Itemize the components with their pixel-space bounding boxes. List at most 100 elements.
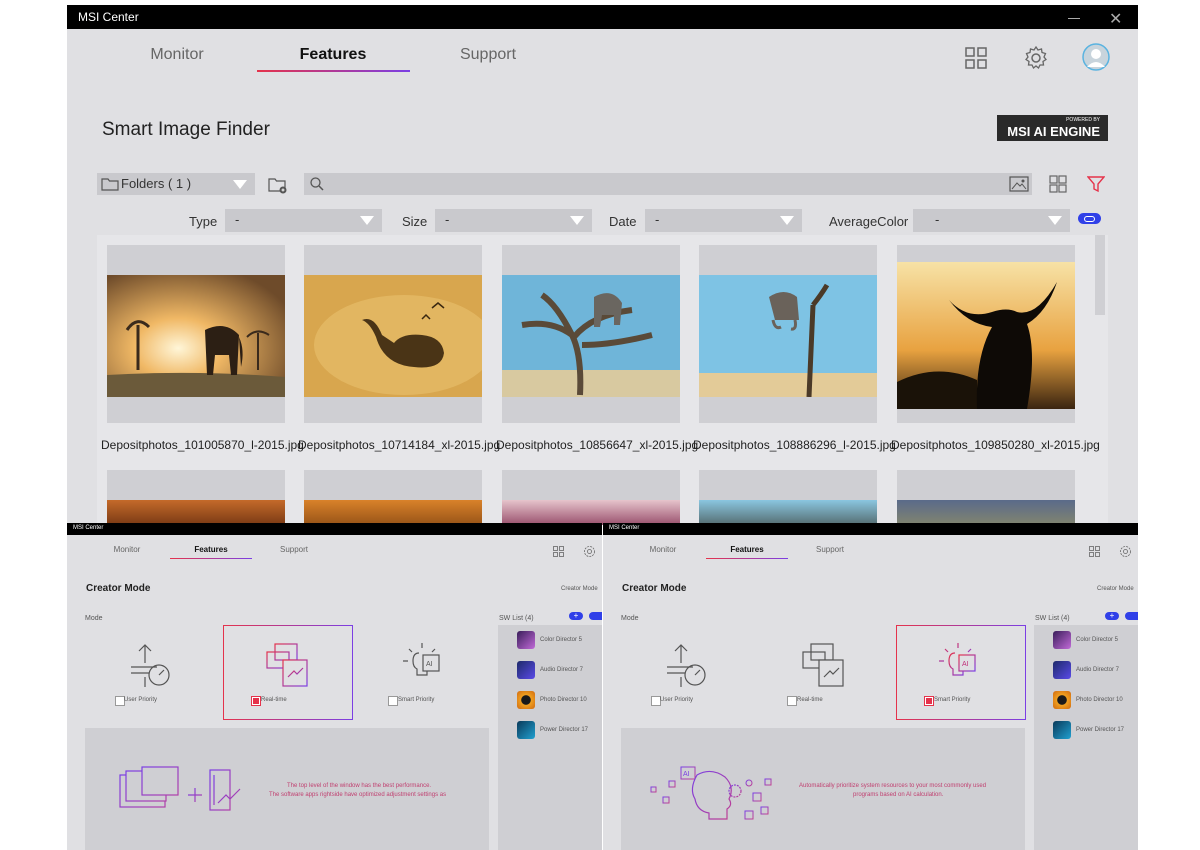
image-card[interactable] <box>304 245 482 423</box>
folders-dropdown[interactable]: Folders ( 1 ) <box>97 173 255 195</box>
scrollbar[interactable] <box>1095 235 1105 315</box>
image-card[interactable] <box>699 245 877 423</box>
sw-list-item[interactable]: Power Director 17 <box>540 727 588 733</box>
title-bar: MSI Center <box>603 523 1138 535</box>
average-color-dropdown[interactable]: - <box>913 209 1070 232</box>
add-folder-icon[interactable] <box>268 176 288 194</box>
description-line-2: programs based on AI calculation. <box>853 792 944 798</box>
sw-list-item[interactable]: Color Director 5 <box>540 637 582 643</box>
page-title: Creator Mode <box>86 583 151 594</box>
image-card[interactable] <box>897 245 1075 423</box>
image-card[interactable] <box>107 245 285 423</box>
creator-mode-corner-label: Creator Mode <box>561 586 598 592</box>
user-priority-icon <box>667 644 706 687</box>
audio-director-icon <box>517 661 535 679</box>
date-label: Date <box>609 214 637 229</box>
mode-label: Mode <box>621 615 639 622</box>
apps-grid-icon[interactable] <box>553 546 564 557</box>
description-line-1: The top level of the window has the best… <box>287 783 432 789</box>
chevron-down-icon <box>233 180 247 189</box>
tab-monitor[interactable]: Monitor <box>633 545 693 554</box>
photo-director-icon <box>1053 691 1071 709</box>
image-card[interactable] <box>897 470 1075 525</box>
audio-director-icon <box>1053 661 1071 679</box>
real-time-checkbox[interactable] <box>251 696 261 706</box>
tab-support[interactable]: Support <box>438 46 538 64</box>
gear-icon[interactable] <box>1023 45 1049 71</box>
tab-features[interactable]: Features <box>283 46 383 64</box>
gear-icon[interactable] <box>583 545 596 558</box>
chevron-down-icon <box>570 216 584 225</box>
real-time-icon <box>266 643 308 687</box>
image-card[interactable] <box>107 470 285 525</box>
smart-priority-checkbox[interactable] <box>924 696 934 706</box>
page-title: Smart Image Finder <box>102 119 270 140</box>
tab-support[interactable]: Support <box>800 545 860 554</box>
sw-list-item[interactable]: Power Director 17 <box>1076 727 1124 733</box>
color-toggle[interactable] <box>1078 213 1101 224</box>
window-title: MSI Center <box>78 10 139 24</box>
add-button[interactable]: + <box>569 612 583 620</box>
sw-list-item[interactable]: Audio Director 7 <box>1076 667 1119 673</box>
search-input[interactable] <box>304 173 1032 195</box>
chevron-down-icon <box>780 216 794 225</box>
filter-icon[interactable] <box>1087 175 1105 193</box>
tab-features[interactable]: Features <box>181 545 241 554</box>
svg-text:AI: AI <box>962 661 969 668</box>
tab-monitor[interactable]: Monitor <box>97 545 157 554</box>
chevron-down-icon <box>1048 216 1062 225</box>
color-director-icon <box>1053 631 1071 649</box>
tab-monitor[interactable]: Monitor <box>127 46 227 64</box>
grid-view-icon[interactable] <box>1049 175 1067 193</box>
average-color-label: AverageColor <box>829 214 909 229</box>
real-time-checkbox[interactable] <box>787 696 797 706</box>
smart-priority-checkbox[interactable] <box>388 696 398 706</box>
description-panel: AI Automatically prioritize system resou… <box>621 728 1025 850</box>
image-thumbnail <box>107 275 285 397</box>
apps-grid-icon[interactable] <box>964 46 988 70</box>
sw-list-label: SW List (4) <box>1035 615 1070 622</box>
smart-priority-label: Smart Priority <box>934 697 971 703</box>
size-dropdown[interactable]: - <box>435 209 592 232</box>
image-thumbnail <box>304 275 482 397</box>
search-button[interactable] <box>1125 612 1138 620</box>
real-time-icon <box>802 643 844 687</box>
date-dropdown[interactable]: - <box>645 209 802 232</box>
minimize-button[interactable] <box>1068 18 1080 19</box>
image-card[interactable] <box>502 470 680 525</box>
sw-list-item[interactable]: Color Director 5 <box>1076 637 1118 643</box>
image-search-icon[interactable] <box>1009 176 1029 192</box>
real-time-label: Real-time <box>261 697 287 703</box>
folders-label: Folders ( 1 ) <box>121 176 192 191</box>
user-priority-icon <box>131 644 170 687</box>
sw-list-item[interactable]: Photo Director 10 <box>1076 697 1123 703</box>
type-dropdown[interactable]: - <box>225 209 382 232</box>
image-card[interactable] <box>502 245 680 423</box>
mode-label: Mode <box>85 615 103 622</box>
avatar[interactable] <box>1082 43 1110 71</box>
smart-priority-icon: AI <box>939 643 976 676</box>
add-button[interactable]: + <box>1105 612 1119 620</box>
power-director-icon <box>517 721 535 739</box>
image-card[interactable] <box>304 470 482 525</box>
search-button[interactable] <box>589 612 602 620</box>
image-gallery: Depositphotos_101005870_l-2015.jpg Depos… <box>97 235 1108 525</box>
user-priority-label: User Priority <box>124 697 158 703</box>
tab-features[interactable]: Features <box>717 545 777 554</box>
gear-icon[interactable] <box>1119 545 1132 558</box>
image-filename: Depositphotos_101005870_l-2015.jpg <box>101 438 304 452</box>
tab-support[interactable]: Support <box>264 545 324 554</box>
sw-list-item[interactable]: Photo Director 10 <box>540 697 587 703</box>
ai-brain-illustration: AI <box>650 766 772 820</box>
active-tab-underline <box>170 558 252 559</box>
image-card[interactable] <box>699 470 877 525</box>
color-director-icon <box>517 631 535 649</box>
apps-grid-icon[interactable] <box>1089 546 1100 557</box>
description-panel: The top level of the window has the best… <box>85 728 489 850</box>
main-window: MSI Center ✕ Monitor Features Support Sm… <box>67 5 1138 525</box>
title-bar: MSI Center ✕ <box>67 5 1138 29</box>
right-window: MSI Center Monitor Features Support Crea… <box>603 523 1138 850</box>
photo-director-icon <box>517 691 535 709</box>
close-button[interactable]: ✕ <box>1109 9 1122 29</box>
sw-list-item[interactable]: Audio Director 7 <box>540 667 583 673</box>
